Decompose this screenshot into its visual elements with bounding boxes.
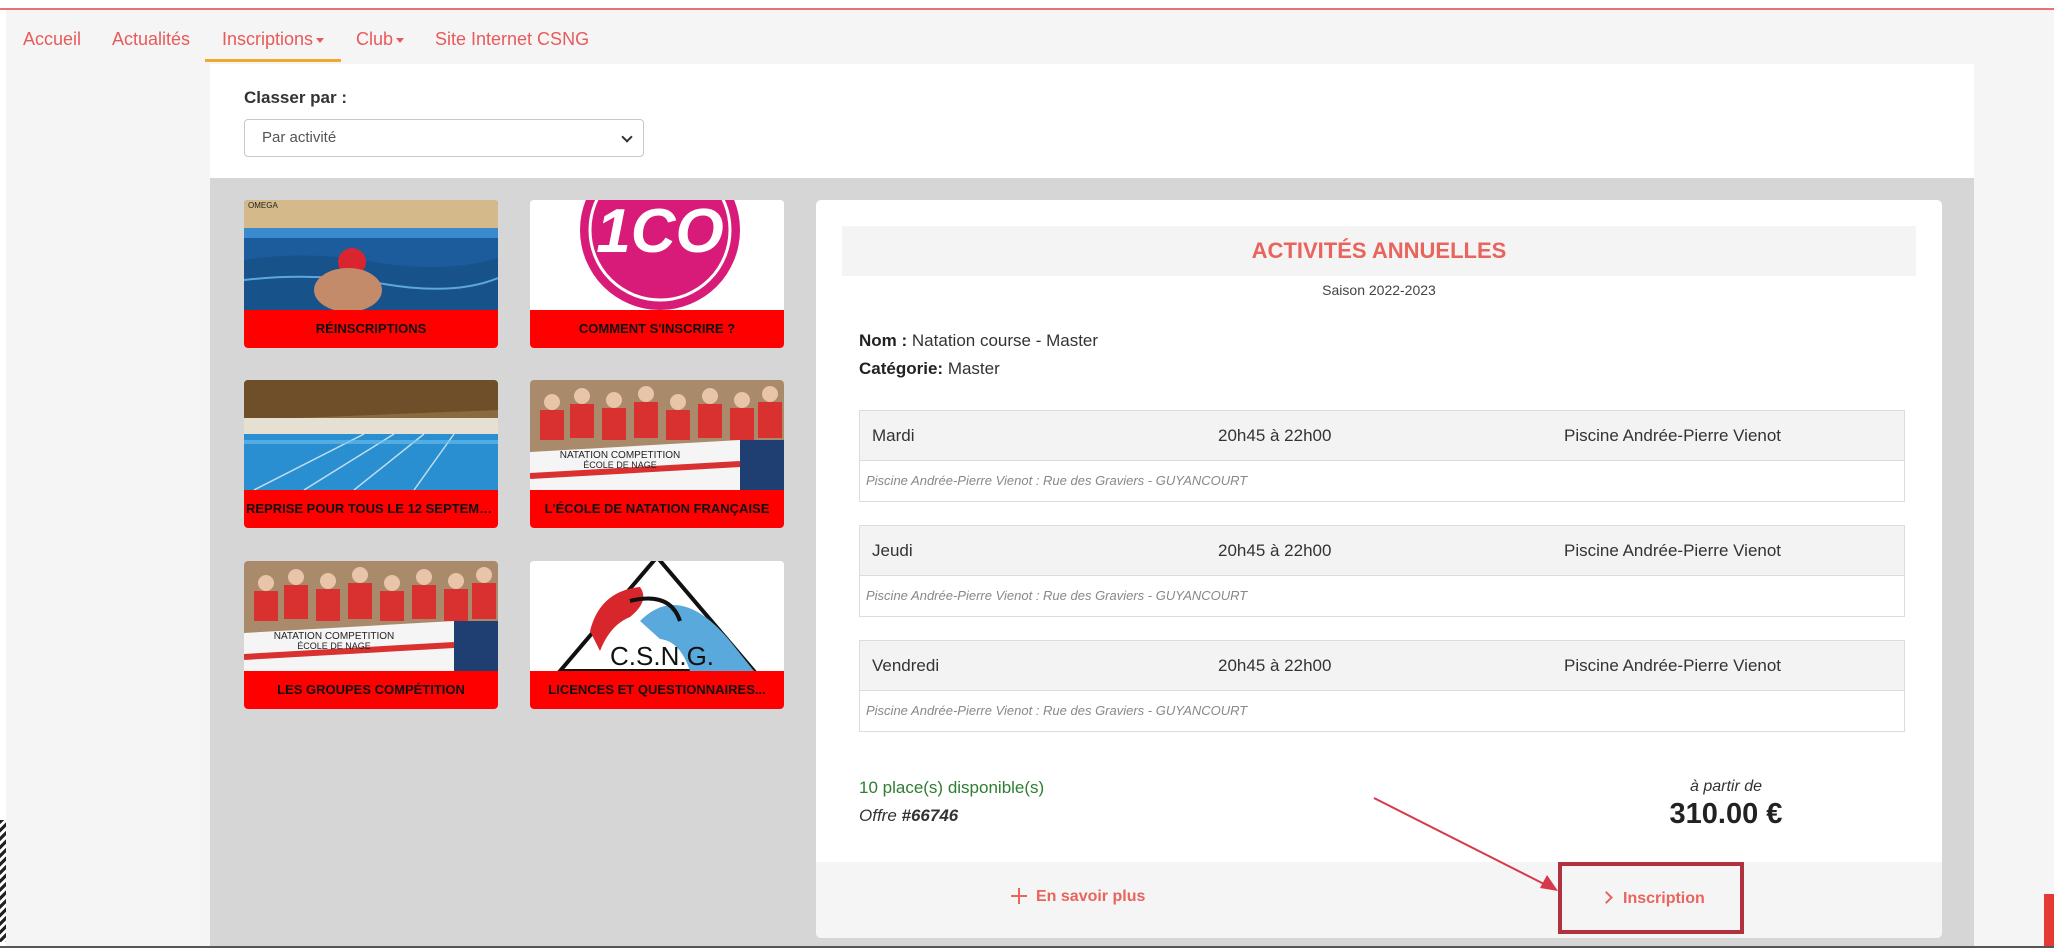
card-label: RÉINSCRIPTIONS — [244, 310, 498, 348]
svg-text:1CO: 1CO — [596, 200, 723, 266]
card-licences[interactable]: C.S.N.G. LICENCES ET QUESTIONNAIRES... — [530, 561, 784, 709]
offer-prefix: Offre — [859, 806, 902, 825]
card-reinscriptions[interactable]: OMEGA RÉINSCRIPTIONS — [244, 200, 498, 348]
price-from-label: à partir de — [1689, 778, 1763, 795]
card-ecole-natation[interactable]: NATATION COMPETITION ÉCOLE DE NAGE L'ÉCO… — [530, 380, 784, 528]
nav-club-label: Club — [356, 29, 394, 49]
nav-site-csng[interactable]: Site Internet CSNG — [435, 20, 589, 62]
card-label: COMMENT S'INSCRIRE ? — [530, 310, 784, 348]
slot-place: Piscine Andrée-Pierre Vienot — [1564, 426, 1782, 445]
slot-address: Piscine Andrée-Pierre Vienot : Rue des G… — [866, 703, 1248, 718]
slot-header: Vendredi 20h45 à 22h00 Piscine Andrée-Pi… — [860, 641, 1904, 691]
team-group-photo: NATATION COMPETITION ÉCOLE DE NAGE — [244, 561, 498, 671]
schedule-slot: Vendredi 20h45 à 22h00 Piscine Andrée-Pi… — [859, 640, 1905, 732]
offer-header: ACTIVITÉS ANNUELLES — [842, 226, 1916, 276]
more-info-button[interactable]: En savoir plus — [1011, 888, 1146, 906]
svg-text:ÉCOLE DE NAGE: ÉCOLE DE NAGE — [583, 460, 657, 470]
slot-header: Jeudi 20h45 à 22h00 Piscine Andrée-Pierr… — [860, 526, 1904, 576]
activity-category: Catégorie: Master — [859, 359, 1000, 379]
top-navbar: Accueil Actualités Inscriptions Club Sit… — [6, 10, 2054, 64]
swimmer-in-pool-photo: OMEGA — [244, 200, 498, 310]
slot-time: 20h45 à 22h00 — [1218, 656, 1332, 675]
caret-down-icon — [396, 37, 405, 43]
offer-panel: ACTIVITÉS ANNUELLES Saison 2022-2023 Nom… — [816, 200, 1942, 938]
card-label: LES GROUPES COMPÉTITION — [244, 671, 498, 709]
offer-number: Offre #66746 — [859, 806, 958, 826]
nav-inscriptions-label: Inscriptions — [222, 29, 314, 49]
nav-accueil[interactable]: Accueil — [23, 20, 81, 62]
nav-club[interactable]: Club — [356, 20, 405, 62]
name-label: Nom : — [859, 331, 908, 350]
category-value: Master — [947, 359, 1000, 378]
left-margin — [6, 64, 210, 948]
name-value: Natation course - Master — [911, 331, 1099, 350]
filter-panel: Classer par : Par activité — [210, 64, 1974, 178]
schedule-slot: Jeudi 20h45 à 22h00 Piscine Andrée-Pierr… — [859, 525, 1905, 617]
nav-inscriptions[interactable]: Inscriptions — [205, 20, 342, 62]
chevron-down-icon — [621, 131, 633, 143]
schedule-slot: Mardi 20h45 à 22h00 Piscine Andrée-Pierr… — [859, 410, 1905, 502]
card-groupes-competition[interactable]: NATATION COMPETITION ÉCOLE DE NAGE LES G… — [244, 561, 498, 709]
offer-footer: En savoir plus Inscription — [816, 862, 1942, 938]
slot-address: Piscine Andrée-Pierre Vienot : Rue des G… — [866, 473, 1248, 488]
nav-actualites[interactable]: Actualités — [112, 20, 190, 62]
card-label: L'ÉCOLE DE NATATION FRANÇAISE — [530, 490, 784, 528]
chevron-right-icon — [1600, 891, 1613, 904]
indoor-pool-photo — [244, 380, 498, 490]
slot-address: Piscine Andrée-Pierre Vienot : Rue des G… — [866, 588, 1248, 603]
more-info-label: En savoir plus — [1036, 888, 1146, 905]
offer-title: ACTIVITÉS ANNUELLES — [1251, 238, 1507, 263]
register-content: Inscription — [1600, 890, 1705, 908]
slot-header: Mardi 20h45 à 22h00 Piscine Andrée-Pierr… — [860, 411, 1904, 461]
slot-day: Vendredi — [872, 656, 940, 675]
csng-club-logo: C.S.N.G. — [530, 561, 784, 671]
plus-icon — [1010, 887, 1028, 905]
activity-name: Nom : Natation course - Master — [859, 331, 1098, 351]
slot-place: Piscine Andrée-Pierre Vienot — [1564, 656, 1782, 675]
card-label: LICENCES ET QUESTIONNAIRES... — [530, 671, 784, 709]
right-margin — [1974, 64, 2054, 948]
main-content: Classer par : Par activité OMEGA RÉINSCR… — [210, 64, 1974, 948]
register-label: Inscription — [1623, 890, 1705, 907]
card-label: REPRISE POUR TOUS LE 12 SEPTEMBRE — [244, 490, 498, 528]
sort-label: Classer par : — [244, 88, 347, 107]
season-label: Saison 2022-2023 — [1322, 282, 1436, 298]
slot-time: 20h45 à 22h00 — [1218, 426, 1332, 445]
register-button[interactable]: Inscription — [1558, 862, 1744, 934]
card-comment-sinscrire[interactable]: 1CO COMMENT S'INSCRIRE ? — [530, 200, 784, 348]
caret-down-icon — [316, 37, 325, 43]
sort-select-value: Par activité — [262, 129, 337, 146]
svg-text:OMEGA: OMEGA — [248, 201, 278, 210]
slot-place: Piscine Andrée-Pierre Vienot — [1564, 541, 1782, 560]
svg-text:ÉCOLE DE NAGE: ÉCOLE DE NAGE — [297, 641, 371, 651]
side-tab[interactable] — [2044, 894, 2054, 948]
slot-time: 20h45 à 22h00 — [1218, 541, 1332, 560]
card-reprise[interactable]: REPRISE POUR TOUS LE 12 SEPTEMBRE — [244, 380, 498, 528]
availability-text: 10 place(s) disponible(s) — [859, 778, 1045, 797]
pink-100-logo: 1CO — [530, 200, 784, 310]
price-value: 310.00 € — [1669, 798, 1783, 830]
left-edge-decoration — [0, 820, 6, 942]
slot-day: Mardi — [872, 426, 915, 445]
svg-text:C.S.N.G.: C.S.N.G. — [610, 641, 714, 671]
slot-day: Jeudi — [872, 541, 913, 560]
category-label: Catégorie: — [859, 359, 944, 378]
sort-select[interactable]: Par activité — [244, 119, 644, 157]
offer-id: #66746 — [901, 806, 959, 825]
team-group-photo: NATATION COMPETITION ÉCOLE DE NAGE — [530, 380, 784, 490]
